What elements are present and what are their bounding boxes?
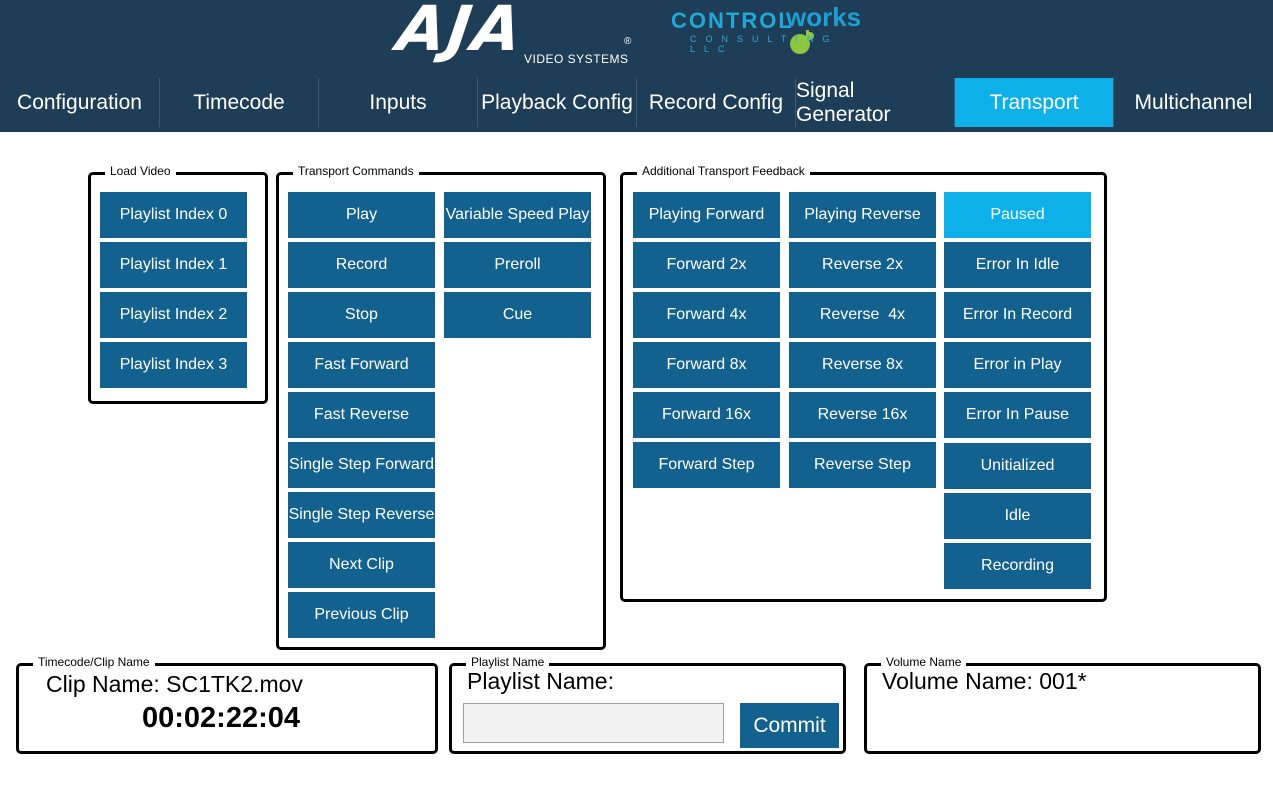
tab-transport[interactable]: Transport — [955, 78, 1114, 127]
error-in-play-indicator: Error in Play — [944, 342, 1091, 388]
controlworks-logo: CONTROL works CONSULTING LLC — [670, 0, 880, 64]
playlist-index-0-button[interactable]: Playlist Index 0 — [100, 192, 247, 238]
load-video-legend: Load Video — [105, 164, 176, 178]
previous-clip-button[interactable]: Previous Clip — [288, 592, 435, 638]
forward-8x-indicator: Forward 8x — [633, 342, 780, 388]
playlist-index-1-button[interactable]: Playlist Index 1 — [100, 242, 247, 288]
nav-tab-bar: Configuration Timecode Inputs Playback C… — [0, 78, 1273, 132]
fast-reverse-button[interactable]: Fast Reverse — [288, 392, 435, 438]
volume-name-text: Volume Name: 001* — [882, 668, 1087, 694]
idle-indicator: Idle — [944, 493, 1091, 539]
aja-logo-subtitle: VIDEO SYSTEMS — [524, 52, 629, 66]
reverse-2x-indicator: Reverse 2x — [789, 242, 936, 288]
forward-step-indicator: Forward Step — [633, 442, 780, 488]
playlist-name-label: Playlist Name: — [467, 668, 614, 694]
single-step-forward-button[interactable]: Single Step Forward — [288, 442, 435, 488]
clip-name-text: Clip Name: SC1TK2.mov — [46, 671, 303, 697]
aja-logo-letters: AJA — [392, 0, 529, 65]
uninitialized-indicator: Unitialized — [944, 443, 1091, 489]
controlworks-logo-control: CONTROL — [671, 8, 794, 33]
tab-playback-config[interactable]: Playback Config — [478, 78, 637, 127]
next-clip-button[interactable]: Next Clip — [288, 542, 435, 588]
forward-16x-indicator: Forward 16x — [633, 392, 780, 438]
tab-signal-generator[interactable]: Signal Generator — [796, 78, 955, 127]
transport-commands-legend: Transport Commands — [293, 164, 419, 178]
error-in-idle-indicator: Error In Idle — [944, 242, 1091, 288]
playlist-index-3-button[interactable]: Playlist Index 3 — [100, 342, 247, 388]
tab-inputs[interactable]: Inputs — [319, 78, 478, 127]
reverse-4x-indicator: Reverse 4x — [789, 292, 936, 338]
playlist-index-2-button[interactable]: Playlist Index 2 — [100, 292, 247, 338]
transport-feedback-legend: Additional Transport Feedback — [637, 164, 810, 178]
controlworks-logo-consulting: CONSULTING LLC — [690, 34, 839, 54]
forward-2x-indicator: Forward 2x — [633, 242, 780, 288]
timecode-readout: 00:02:22:04 — [142, 702, 300, 734]
error-in-record-indicator: Error In Record — [944, 292, 1091, 338]
fast-forward-button[interactable]: Fast Forward — [288, 342, 435, 388]
timecode-clip-legend: Timecode/Clip Name — [33, 655, 155, 669]
playing-forward-indicator: Playing Forward — [633, 192, 780, 238]
single-step-reverse-button[interactable]: Single Step Reverse — [288, 492, 435, 538]
reverse-8x-indicator: Reverse 8x — [789, 342, 936, 388]
paused-indicator: Paused — [944, 192, 1091, 238]
variable-speed-play-button[interactable]: Variable Speed Play — [444, 192, 591, 238]
tab-record-config[interactable]: Record Config — [637, 78, 796, 127]
recording-indicator: Recording — [944, 543, 1091, 589]
reverse-step-indicator: Reverse Step — [789, 442, 936, 488]
commit-button[interactable]: Commit — [740, 703, 839, 748]
stop-button[interactable]: Stop — [288, 292, 435, 338]
aja-logo-registered: ® — [624, 36, 632, 47]
playlist-name-input[interactable] — [463, 703, 724, 743]
forward-4x-indicator: Forward 4x — [633, 292, 780, 338]
error-in-pause-indicator: Error In Pause — [944, 392, 1091, 438]
tab-multichannel[interactable]: Multichannel — [1114, 78, 1273, 127]
cue-button[interactable]: Cue — [444, 292, 591, 338]
tab-configuration[interactable]: Configuration — [0, 78, 160, 127]
tab-timecode[interactable]: Timecode — [160, 78, 319, 127]
record-button[interactable]: Record — [288, 242, 435, 288]
reverse-16x-indicator: Reverse 16x — [789, 392, 936, 438]
volume-name-legend: Volume Name — [881, 655, 967, 669]
play-button[interactable]: Play — [288, 192, 435, 238]
aja-logo: AJA ® VIDEO SYSTEMS — [393, 0, 638, 72]
preroll-button[interactable]: Preroll — [444, 242, 591, 288]
playlist-name-legend: Playlist Name — [466, 655, 550, 669]
header-bar: AJA ® VIDEO SYSTEMS CONTROL works CONSUL… — [0, 0, 1273, 78]
playing-reverse-indicator: Playing Reverse — [789, 192, 936, 238]
